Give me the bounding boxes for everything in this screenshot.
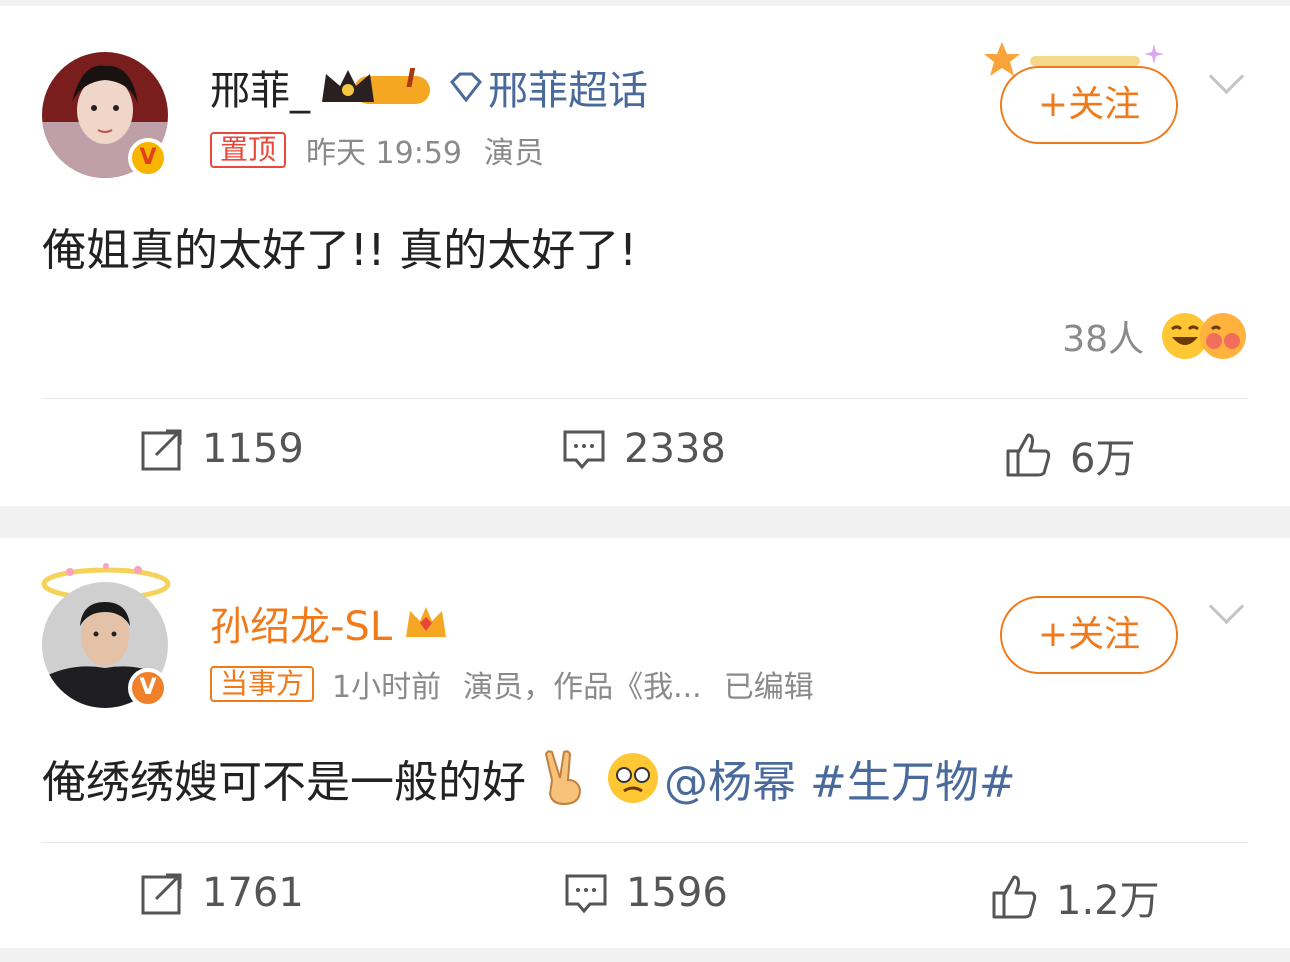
post-text-body: 俺绣绣嫂可不是一般的好 — [42, 757, 526, 808]
edited-label: 已编辑 — [723, 670, 814, 705]
pinned-tag: 置顶 — [210, 132, 287, 168]
like-count: 1.2万 — [1056, 878, 1160, 924]
user-role: 演员 — [484, 136, 545, 171]
comment-button[interactable]: 2338 — [562, 426, 726, 472]
post-time: 1小时前 — [332, 670, 442, 705]
comment-icon — [563, 430, 605, 470]
username[interactable]: 孙绍龙-SL — [210, 594, 392, 652]
hashtag-link[interactable]: #生万物# — [810, 746, 1016, 810]
reactions-count: 38人 — [1062, 319, 1144, 360]
vip-crown-icon[interactable] — [318, 64, 434, 110]
username-row: 邢菲_ I 邢菲超话 — [210, 58, 648, 116]
comment-icon — [565, 874, 607, 914]
diamond-icon — [448, 72, 484, 102]
hugging-emoji-icon — [1200, 313, 1246, 359]
mention-link[interactable]: @杨幂 — [664, 746, 796, 810]
user-role: 演员，作品《我... — [463, 670, 702, 705]
victory-hand-icon — [540, 750, 588, 806]
like-button[interactable]: 1.2万 — [990, 868, 1160, 926]
post-meta: 当事方 1小时前 演员，作品《我... 已编辑 — [210, 662, 814, 706]
repost-button[interactable]: 1761 — [140, 870, 304, 916]
verified-badge-icon: V — [128, 668, 168, 708]
post-text: 俺姐真的太好了!! 真的太好了! — [42, 225, 637, 276]
repost-icon — [141, 429, 182, 471]
vip-crown-icon[interactable] — [404, 603, 448, 643]
post-meta: 置顶 昨天 19:59 演员 — [210, 128, 544, 172]
follow-button[interactable]: +关注 — [1000, 596, 1178, 674]
chevron-down-icon[interactable] — [1208, 588, 1245, 625]
repost-button[interactable]: 1159 — [140, 426, 304, 472]
like-button[interactable]: 6万 — [1004, 426, 1135, 484]
repost-count: 1761 — [202, 870, 304, 916]
like-icon — [1006, 433, 1051, 477]
like-count: 6万 — [1070, 436, 1136, 482]
comment-button[interactable]: 1596 — [564, 870, 728, 916]
follow-button[interactable]: +关注 — [1000, 66, 1178, 144]
divider — [42, 398, 1248, 399]
reactions-summary[interactable]: 38人 — [1062, 310, 1246, 362]
verified-badge-icon: V — [128, 138, 168, 178]
supertopic-link[interactable]: 邢菲超话 — [488, 58, 648, 116]
username[interactable]: 邢菲_ — [210, 58, 310, 116]
post-text: 俺绣绣嫂可不是一般的好 @杨幂 #生万物# — [42, 746, 1016, 810]
post-card: V 邢菲_ I 邢菲超话 置顶 昨天 19:59 演员 +关注 俺姐真的太好了!… — [0, 6, 1290, 506]
comment-count: 1596 — [626, 870, 728, 916]
repost-count: 1159 — [202, 426, 304, 472]
comment-count: 2338 — [624, 426, 726, 472]
chevron-down-icon[interactable] — [1208, 58, 1245, 95]
level-badge: I — [406, 64, 416, 94]
party-tag: 当事方 — [210, 666, 315, 702]
post-card: V 孙绍龙-SL 当事方 1小时前 演员，作品《我... 已编辑 +关注 俺绣绣… — [0, 538, 1290, 948]
repost-icon — [141, 873, 182, 915]
post-time: 昨天 19:59 — [306, 136, 463, 171]
divider — [42, 842, 1248, 843]
like-icon — [992, 875, 1037, 919]
username-row: 孙绍龙-SL — [210, 594, 448, 652]
smirk-emoji-icon — [606, 751, 660, 805]
